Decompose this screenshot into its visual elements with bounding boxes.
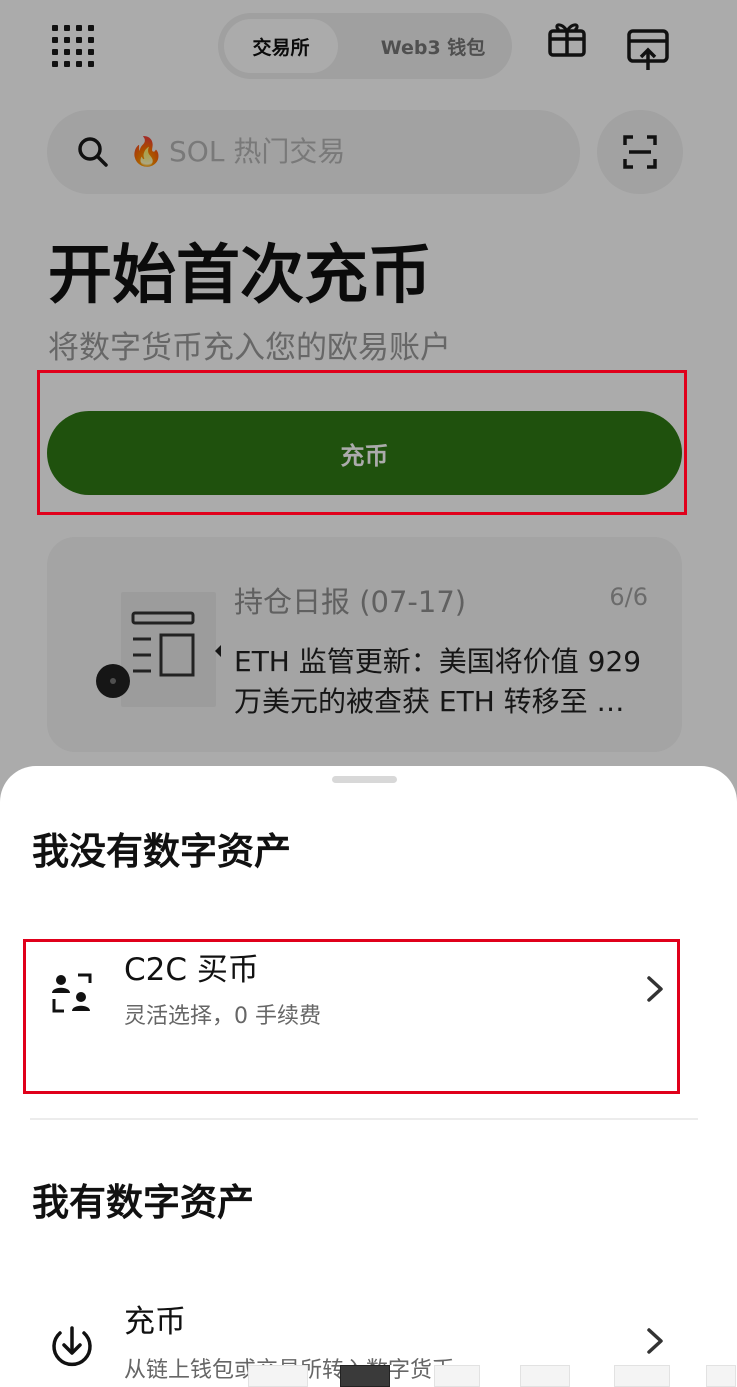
download-circle-icon	[52, 1326, 92, 1367]
chevron-right-icon	[647, 1328, 663, 1354]
thumbnail	[614, 1365, 670, 1387]
thumbnail	[248, 1365, 308, 1387]
sheet-grabber[interactable]	[332, 776, 397, 783]
section-title-no-assets: 我没有数字资产	[32, 830, 291, 873]
section-divider	[30, 1118, 698, 1120]
thumbnail	[520, 1365, 570, 1387]
section-title-has-assets: 我有数字资产	[32, 1181, 254, 1224]
thumbnail	[706, 1365, 736, 1387]
highlight-box-deposit	[37, 370, 687, 515]
thumbnail	[340, 1365, 390, 1387]
highlight-box-c2c	[23, 939, 680, 1094]
thumbnail	[434, 1365, 480, 1387]
deposit-option-title: 充币	[124, 1304, 186, 1340]
thumbnail-strip	[248, 1365, 737, 1387]
